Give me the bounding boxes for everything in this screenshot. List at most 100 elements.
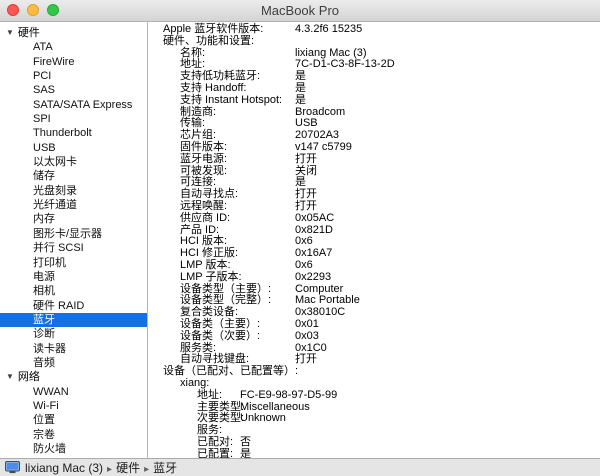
sidebar-item[interactable]: 诊断 — [0, 327, 147, 341]
breadcrumb: lixiang Mac (3) ▸ 硬件 ▸ 蓝牙 — [25, 459, 177, 476]
sidebar-item[interactable]: WWAN — [0, 385, 147, 399]
window-title: MacBook Pro — [260, 3, 340, 18]
info-value: 打开 — [295, 353, 317, 366]
info-label: 设备类（主要）: — [180, 317, 261, 330]
info-value: 0x01 — [295, 317, 319, 330]
breadcrumb-separator-icon: ▸ — [144, 464, 150, 475]
sidebar-item[interactable]: Wi-Fi — [0, 399, 147, 413]
info-row: 支持 Handoff: 是 — [148, 81, 600, 95]
info-label: 硬件、功能和设置: — [163, 34, 255, 47]
info-row: xiang: — [148, 376, 600, 390]
sidebar-item[interactable]: 内存 — [0, 212, 147, 226]
sidebar-item[interactable]: 音频 — [0, 356, 147, 370]
sidebar-item[interactable]: 并行 SCSI — [0, 241, 147, 255]
info-row: 已配置: 是 — [148, 447, 600, 458]
sidebar-item[interactable]: 光纤通道 — [0, 198, 147, 212]
info-value: v147 c5799 — [295, 140, 352, 153]
info-row: 已配对: 否 — [148, 435, 600, 449]
info-value: FC-E9-98-97-D5-99 — [240, 388, 338, 401]
info-value: 是 — [295, 93, 306, 106]
sidebar-item[interactable]: SATA/SATA Express — [0, 98, 147, 112]
minimize-button[interactable] — [27, 4, 39, 16]
info-value: 0x6 — [295, 258, 313, 271]
info-value: 4.3.2f6 15235 — [295, 23, 363, 35]
zoom-button[interactable] — [47, 4, 59, 16]
sidebar-item[interactable]: PCI — [0, 69, 147, 83]
info-row: 硬件、功能和设置: — [148, 34, 600, 48]
info-value: Unknown — [240, 412, 286, 425]
sidebar-item[interactable]: Thunderbolt — [0, 126, 147, 140]
system-information-window: MacBook Pro ▼ 硬件 ATA FireWire PCI SAS SATA/SAT… — [0, 0, 600, 476]
sidebar-item[interactable]: 硬件 RAID — [0, 299, 147, 313]
info-label: 已配置: — [197, 447, 234, 458]
info-row: 远程唤醒: 打开 — [148, 199, 600, 213]
info-label: 供应商 ID: — [180, 211, 231, 224]
info-value: 打开 — [295, 199, 317, 212]
sidebar-item[interactable]: 相机 — [0, 284, 147, 298]
sidebar-item[interactable]: 以太网卡 — [0, 155, 147, 169]
info-label: LMP 子版本: — [180, 270, 242, 283]
sidebar-item[interactable]: 电源 — [0, 270, 147, 284]
info-label: 设备类（次要）: — [180, 329, 261, 342]
traffic-lights — [7, 4, 59, 16]
bluetooth-info-pane: Apple 蓝牙软件版本: 4.3.2f6 15235 硬件、功能和设置: 名称: li… — [148, 22, 600, 458]
info-row: 设备类（主要）: 0x01 — [148, 317, 600, 331]
sidebar-section-header[interactable]: ▼ 网络 — [0, 370, 147, 384]
sidebar-section-header[interactable]: ▼ 硬件 — [0, 26, 147, 40]
close-button[interactable] — [7, 4, 19, 16]
sidebar-item[interactable]: 打印机 — [0, 256, 147, 270]
info-row: 蓝牙电源: 打开 — [148, 152, 600, 166]
window-body: ▼ 硬件 ATA FireWire PCI SAS SATA/SATA Express SPI… — [0, 22, 600, 458]
disclosure-triangle-icon[interactable]: ▼ — [6, 26, 14, 40]
title-bar: MacBook Pro — [0, 0, 600, 22]
info-label: 固件版本: — [180, 140, 228, 153]
sidebar-item[interactable]: USB — [0, 141, 147, 155]
info-value: 是 — [295, 81, 306, 94]
sidebar-item[interactable]: FireWire — [0, 55, 147, 69]
status-bar: lixiang Mac (3) ▸ 硬件 ▸ 蓝牙 — [0, 458, 600, 476]
sidebar-item[interactable]: 光盘刻录 — [0, 184, 147, 198]
info-value: 0x03 — [295, 329, 319, 342]
breadcrumb-item: 硬件 — [116, 461, 141, 475]
info-label: 支持 Handoff: — [180, 81, 247, 94]
info-label: 蓝牙电源: — [180, 152, 228, 165]
info-label: LMP 版本: — [180, 258, 231, 271]
sidebar-item[interactable]: 图形卡/显示器 — [0, 227, 147, 241]
info-label: 地址: — [197, 388, 223, 401]
info-row: 设备（已配对、已配置等）: — [148, 365, 600, 378]
info-row: 固件版本: v147 c5799 — [148, 140, 600, 154]
sidebar-item[interactable]: 读卡器 — [0, 342, 147, 356]
breadcrumb-item: 蓝牙 — [153, 461, 178, 475]
info-row: 供应商 ID: 0x05AC — [148, 211, 600, 225]
info-row: 制造商: Broadcom — [148, 106, 600, 119]
sidebar-item[interactable]: 储存 — [0, 169, 147, 183]
disclosure-triangle-icon[interactable]: ▼ — [6, 370, 14, 384]
info-row: LMP 子版本: 0x2293 — [148, 270, 600, 284]
sidebar-item[interactable]: 蓝牙 — [0, 312, 147, 328]
computer-icon — [5, 461, 20, 474]
info-value: 0x2293 — [295, 270, 332, 283]
sidebar-item[interactable]: 防火墙 — [0, 442, 147, 456]
sidebar-item[interactable]: SPI — [0, 112, 147, 126]
info-label: 已配对: — [197, 435, 234, 448]
info-value: 7C-D1-C3-8F-13-2D — [295, 58, 395, 71]
info-label: 远程唤醒: — [180, 199, 228, 212]
info-label: xiang: — [180, 376, 210, 389]
sidebar-section-label: 硬件 — [17, 27, 40, 39]
sidebar-item[interactable]: 宗卷 — [0, 428, 147, 442]
breadcrumb-item: lixiang Mac (3) — [25, 461, 104, 475]
sidebar-item[interactable]: ATA — [0, 40, 147, 54]
sidebar-section-label: 网络 — [17, 371, 40, 384]
info-row: LMP 版本: 0x6 — [148, 258, 600, 272]
info-row: 设备类（次要）: 0x03 — [148, 329, 600, 343]
info-value: 否 — [240, 435, 251, 448]
info-value: 是 — [240, 447, 251, 458]
info-row: 地址: FC-E9-98-97-D5-99 — [148, 388, 600, 402]
info-value: 打开 — [295, 152, 317, 165]
sidebar: ▼ 硬件 ATA FireWire PCI SAS SATA/SATA Express SPI… — [0, 22, 148, 458]
info-row: 支持 Instant Hotspot: 是 — [148, 93, 600, 107]
sidebar-item[interactable]: 位置 — [0, 413, 147, 427]
sidebar-item[interactable]: SAS — [0, 83, 147, 97]
breadcrumb-separator-icon: ▸ — [107, 464, 113, 475]
info-label: 支持 Instant Hotspot: — [180, 93, 283, 106]
